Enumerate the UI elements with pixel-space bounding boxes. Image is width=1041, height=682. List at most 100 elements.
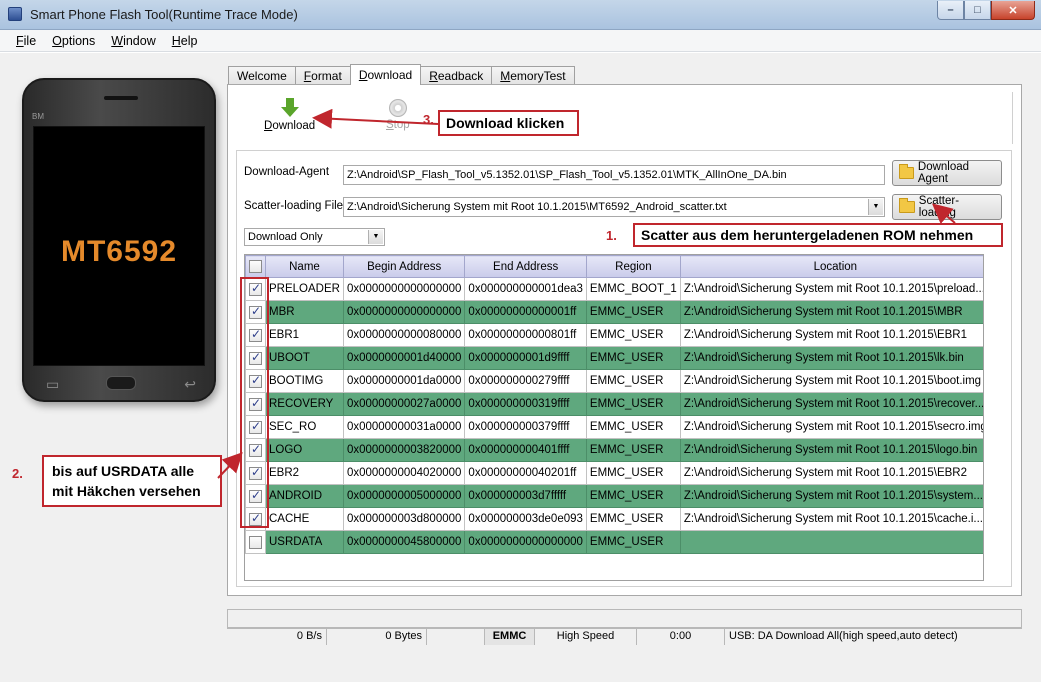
table-row[interactable]: PRELOADER0x00000000000000000x00000000000… [245, 277, 983, 301]
step2-number: 2. [12, 466, 23, 481]
table-row[interactable]: BOOTIMG0x0000000001da00000x000000000279f… [245, 369, 983, 393]
partition-name: PRELOADER [265, 277, 344, 301]
step2-line2: mit Häkchen versehen [52, 483, 201, 499]
column-header-begin[interactable]: Begin Address [342, 255, 466, 278]
tab-memorytest[interactable]: MemoryTest [491, 66, 575, 85]
end-address: 0x00000000040201ff [464, 461, 587, 485]
end-address: 0x000000003d7fffff [464, 484, 587, 508]
phone-screen: MT6592 [33, 126, 205, 366]
begin-address: 0x0000000000000000 [342, 300, 466, 324]
table-row[interactable]: RECOVERY0x00000000027a00000x000000000319… [245, 392, 983, 416]
step3-number: 3. [423, 112, 434, 127]
partition-name: EBR2 [265, 461, 344, 485]
table-row[interactable]: SEC_RO0x00000000031a00000x000000000379ff… [245, 415, 983, 439]
scatter-loading-button-label: Scatter-loading [918, 195, 960, 219]
phone-image: BM MT6592 ▭ ↩ [22, 78, 216, 402]
begin-address: 0x000000003d800000 [342, 507, 466, 531]
partition-table: Name Begin Address End Address Region Lo… [244, 254, 984, 581]
table-row[interactable]: EBR10x00000000000800000x00000000000801ff… [245, 323, 983, 347]
table-row[interactable]: LOGO0x00000000038200000x000000000401ffff… [245, 438, 983, 462]
select-all-checkbox[interactable] [249, 260, 262, 273]
column-header-region[interactable]: Region [585, 255, 681, 278]
progress-bar [227, 609, 1022, 628]
select-all-cell [245, 255, 266, 278]
location: Z:\Android\Sicherung System mit Root 10.… [679, 461, 983, 485]
download-button[interactable]: Download [264, 98, 315, 132]
tab-readback[interactable]: Readback [420, 66, 493, 85]
menu-help[interactable]: Help [172, 34, 198, 48]
partition-table-grid: Name Begin Address End Address Region Lo… [245, 255, 983, 554]
stop-button[interactable]: Stop [386, 98, 410, 131]
menu-options[interactable]: Options [52, 34, 95, 48]
scatter-path: Z:\Android\Sicherung System mit Root 10.… [347, 201, 727, 213]
begin-address: 0x0000000005000000 [342, 484, 466, 508]
scatter-loading-button[interactable]: Scatter-loading [892, 194, 1002, 220]
folder-icon [899, 198, 915, 213]
begin-address: 0x0000000000080000 [342, 323, 466, 347]
toolbar: Download Stop [238, 92, 1013, 144]
table-row[interactable]: UBOOT0x0000000001d400000x0000000001d9fff… [245, 346, 983, 370]
status-spacer [427, 629, 485, 645]
table-row[interactable]: USRDATA 0x0000000045800000 0x0000000000000… [245, 530, 983, 554]
home-key [106, 376, 136, 390]
partition-name: UBOOT [265, 346, 344, 370]
end-address: 0x000000000319ffff [464, 392, 587, 416]
chevron-down-icon[interactable]: ▼ [368, 230, 383, 244]
region: EMMC_USER [585, 415, 681, 439]
table-row[interactable]: EBR20x00000000040200000x00000000040201ff… [245, 461, 983, 485]
row-checkbox[interactable] [249, 535, 262, 549]
end-address: 0x000000003de0e093 [464, 507, 587, 531]
checkbox-highlight-box [240, 277, 269, 528]
menu-bar: File Options Window Help [0, 30, 1041, 52]
partition-name: BOOTIMG [265, 369, 344, 393]
chevron-down-icon[interactable]: ▼ [868, 199, 883, 215]
table-row[interactable]: MBR0x00000000000000000x00000000000001ffE… [245, 300, 983, 324]
download-agent-button[interactable]: Download Agent [892, 160, 1002, 186]
stop-icon [388, 99, 407, 117]
partition-name: SEC_RO [265, 415, 344, 439]
partition-name: RECOVERY [265, 392, 344, 416]
region: EMMC_USER [585, 484, 681, 508]
partition-name: MBR [265, 300, 344, 324]
end-address: 0x00000000000801ff [464, 323, 587, 347]
location: Z:\Android\Sicherung System mit Root 10.… [679, 369, 983, 393]
download-agent-path[interactable]: Z:\Android\SP_Flash_Tool_v5.1352.01\SP_F… [343, 165, 885, 185]
location: Z:\Android\Sicherung System mit Root 10.… [679, 507, 983, 531]
status-bytes: 0 Bytes [327, 629, 427, 645]
location: Z:\Android\Sicherung System mit Root 10.… [679, 438, 983, 462]
begin-address: 0x0000000000000000 [342, 277, 466, 301]
close-button[interactable]: ✕ [991, 1, 1035, 20]
stop-button-label: Stop [386, 119, 410, 131]
region: EMMC_USER [585, 530, 681, 554]
table-row[interactable]: ANDROID0x00000000050000000x000000003d7ff… [245, 484, 983, 508]
status-time: 0:00 [637, 629, 725, 645]
mode-value: Download Only [248, 231, 323, 243]
column-header-location[interactable]: Location [679, 255, 983, 278]
mode-select[interactable]: Download Only ▼ [244, 228, 385, 246]
end-address: 0x00000000000001ff [464, 300, 587, 324]
partition-name: ANDROID [265, 484, 344, 508]
tab-download[interactable]: Download [349, 64, 422, 85]
step3-callout: Download klicken [438, 110, 579, 136]
status-speed: 0 B/s [227, 629, 327, 645]
step1-callout: Scatter aus dem heruntergeladenen ROM ne… [633, 223, 1003, 247]
scatter-path-select[interactable]: Z:\Android\Sicherung System mit Root 10.… [343, 197, 885, 217]
title-bar: Smart Phone Flash Tool(Runtime Trace Mod… [0, 0, 1041, 30]
tab-welcome[interactable]: Welcome [228, 66, 296, 85]
partition-name: USRDATA [265, 530, 344, 554]
partition-name: EBR1 [265, 323, 344, 347]
download-panel: Download Stop Download-Agent Z:\Android\… [227, 84, 1022, 596]
table-row[interactable]: CACHE0x000000003d8000000x000000003de0e09… [245, 507, 983, 531]
region: EMMC_USER [585, 438, 681, 462]
column-header-end[interactable]: End Address [464, 255, 587, 278]
minimize-button[interactable]: – [937, 1, 964, 20]
begin-address: 0x0000000004020000 [342, 461, 466, 485]
tab-format[interactable]: Format [294, 66, 351, 85]
column-header-name[interactable]: Name [265, 255, 344, 278]
partition-name: CACHE [265, 507, 344, 531]
menu-window[interactable]: Window [111, 34, 155, 48]
menu-file[interactable]: File [16, 34, 36, 48]
end-address: 0x000000000279ffff [464, 369, 587, 393]
maximize-button[interactable]: □ [964, 1, 991, 20]
folder-icon [899, 164, 914, 179]
